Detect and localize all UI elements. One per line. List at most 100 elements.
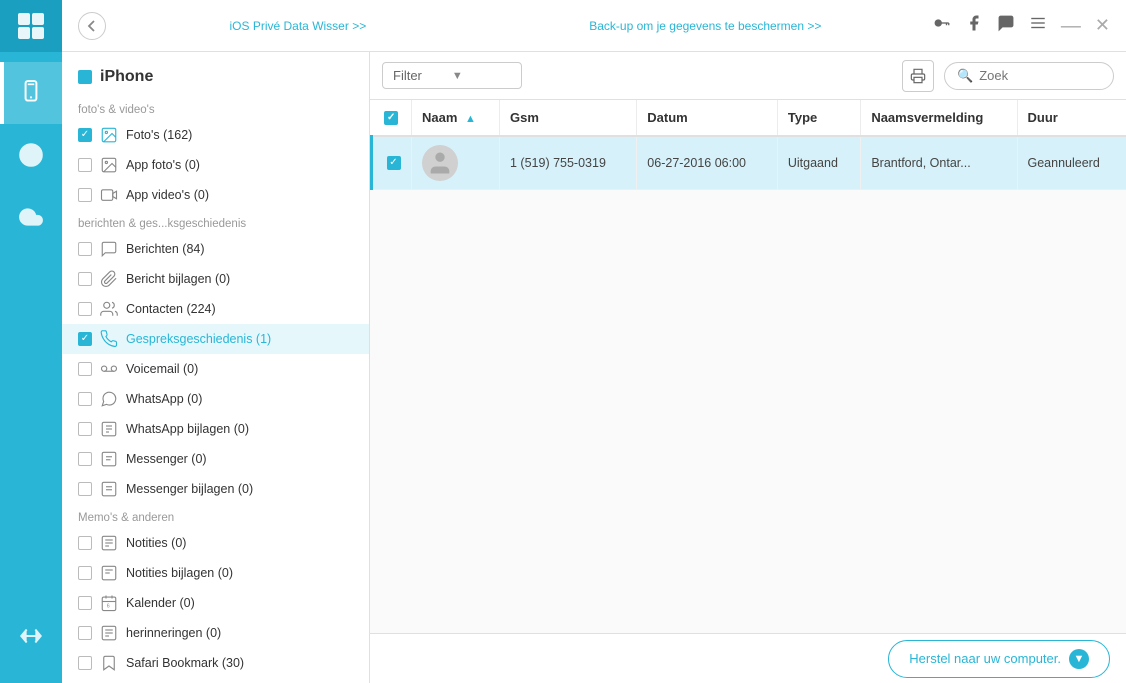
checkbox-safari-bookmark[interactable] xyxy=(78,656,92,670)
label-kalender: Kalender (0) xyxy=(126,596,361,610)
checkbox-notities-bijlagen[interactable] xyxy=(78,566,92,580)
tree-item-fotos[interactable]: Foto's (162) xyxy=(62,120,369,150)
section-label-messages: berichten & ges...ksgeschiedenis xyxy=(62,214,369,234)
contact-icon xyxy=(98,298,120,320)
checkbox-gespreksgeschiedenis[interactable] xyxy=(78,332,92,346)
label-whatsapp-bijlagen: WhatsApp bijlagen (0) xyxy=(126,422,361,436)
tree-item-notities[interactable]: Notities (0) xyxy=(62,528,369,558)
tree-item-whatsapp-bijlagen[interactable]: WhatsApp bijlagen (0) xyxy=(62,414,369,444)
back-button[interactable] xyxy=(78,12,106,40)
th-duur: Duur xyxy=(1017,100,1126,136)
message-icon xyxy=(98,238,120,260)
label-bericht-bijlagen: Bericht bijlagen (0) xyxy=(126,272,361,286)
minimize-button[interactable]: — xyxy=(1061,16,1081,36)
sidebar-item-music[interactable] xyxy=(0,124,62,186)
data-panel: Filter ▼ 🔍 xyxy=(370,52,1126,683)
checkbox-notities[interactable] xyxy=(78,536,92,550)
tree-item-whatsapp[interactable]: WhatsApp (0) xyxy=(62,384,369,414)
checkbox-messenger[interactable] xyxy=(78,452,92,466)
messenger-attach-icon xyxy=(98,478,120,500)
attachment-icon xyxy=(98,268,120,290)
tree-item-contacten[interactable]: Contacten (224) xyxy=(62,294,369,324)
select-all-checkbox[interactable] xyxy=(384,111,398,125)
call-icon xyxy=(98,328,120,350)
restore-arrow-icon: ▼ xyxy=(1069,649,1089,669)
checkbox-contacten[interactable] xyxy=(78,302,92,316)
checkbox-berichten[interactable] xyxy=(78,242,92,256)
checkbox-app-videos[interactable] xyxy=(78,188,92,202)
checkbox-whatsapp-bijlagen[interactable] xyxy=(78,422,92,436)
sidebar-item-cloud[interactable] xyxy=(0,186,62,248)
tree-item-herinneringen[interactable]: herinneringen (0) xyxy=(62,618,369,648)
search-input[interactable] xyxy=(979,68,1099,83)
prive-data-link[interactable]: iOS Privé Data Wisser >> xyxy=(230,19,367,33)
device-name: iPhone xyxy=(100,68,153,86)
tree-item-messenger[interactable]: Messenger (0) xyxy=(62,444,369,474)
app-logo[interactable] xyxy=(0,0,62,52)
search-icon: 🔍 xyxy=(957,68,973,84)
checkbox-messenger-bijlagen[interactable] xyxy=(78,482,92,496)
tree-item-voicemail[interactable]: Voicemail (0) xyxy=(62,354,369,384)
checkbox-fotos[interactable] xyxy=(78,128,92,142)
whatsapp-attach-icon xyxy=(98,418,120,440)
sort-arrow-icon: ▲ xyxy=(465,113,476,125)
th-naamsvermelding: Naamsvermelding xyxy=(861,100,1017,136)
checkbox-kalender[interactable] xyxy=(78,596,92,610)
sidebar-item-tools[interactable] xyxy=(0,605,62,667)
tree-item-berichten[interactable]: Berichten (84) xyxy=(62,234,369,264)
tree-item-app-fotos[interactable]: App foto's (0) xyxy=(62,150,369,180)
th-select-all[interactable] xyxy=(372,100,412,136)
checkbox-app-fotos[interactable] xyxy=(78,158,92,172)
tree-item-app-videos[interactable]: App video's (0) xyxy=(62,180,369,210)
checkbox-voicemail[interactable] xyxy=(78,362,92,376)
tree-item-messenger-bijlagen[interactable]: Messenger bijlagen (0) xyxy=(62,474,369,504)
tree-item-gespreksgeschiedenis[interactable]: Gespreksgeschiedenis (1) xyxy=(62,324,369,354)
avatar xyxy=(422,145,458,181)
checkbox-bericht-bijlagen[interactable] xyxy=(78,272,92,286)
facebook-icon[interactable] xyxy=(965,14,983,37)
svg-text:6: 6 xyxy=(107,604,110,610)
calendar-icon: 6 xyxy=(98,592,120,614)
td-duur: Geannuleerd xyxy=(1017,136,1126,190)
table-header-row: Naam ▲ Gsm Datum Type Naamsvermelding Du… xyxy=(372,100,1126,136)
td-check[interactable] xyxy=(372,136,412,190)
restore-button[interactable]: Herstel naar uw computer. ▼ xyxy=(888,640,1110,678)
tree-item-voice-memos[interactable]: Voice memo's (0) xyxy=(62,678,369,683)
label-voicemail: Voicemail (0) xyxy=(126,362,361,376)
whatsapp-icon xyxy=(98,388,120,410)
label-notities: Notities (0) xyxy=(126,536,361,550)
row-checkbox[interactable] xyxy=(387,156,401,170)
print-button[interactable] xyxy=(902,60,934,92)
label-app-videos: App video's (0) xyxy=(126,188,361,202)
td-gsm: 1 (519) 755-0319 xyxy=(500,136,637,190)
backup-link[interactable]: Back-up om je gegevens te beschermen >> xyxy=(589,19,821,33)
filter-dropdown[interactable]: Filter ▼ xyxy=(382,62,522,89)
menu-icon[interactable] xyxy=(1029,14,1047,37)
topbar-links: iOS Privé Data Wisser >> Back-up om je g… xyxy=(118,19,933,33)
sidebar-item-phone[interactable] xyxy=(0,62,62,124)
checkbox-whatsapp[interactable] xyxy=(78,392,92,406)
td-naamsvermelding: Brantford, Ontar... xyxy=(861,136,1017,190)
tree-item-bericht-bijlagen[interactable]: Bericht bijlagen (0) xyxy=(62,264,369,294)
sidebar-nav xyxy=(0,52,62,683)
th-datum: Datum xyxy=(637,100,778,136)
table-row[interactable]: 1 (519) 755-0319 06-27-2016 06:00 Uitgaa… xyxy=(372,136,1126,190)
checkbox-herinneringen[interactable] xyxy=(78,626,92,640)
naam-cell xyxy=(422,145,489,181)
video-icon xyxy=(98,184,120,206)
tree-item-safari-bookmark[interactable]: Safari Bookmark (30) xyxy=(62,648,369,678)
label-fotos: Foto's (162) xyxy=(126,128,361,142)
label-whatsapp: WhatsApp (0) xyxy=(126,392,361,406)
key-icon[interactable] xyxy=(933,14,951,37)
label-safari-bookmark: Safari Bookmark (30) xyxy=(126,656,361,670)
tree-item-notities-bijlagen[interactable]: Notities bijlagen (0) xyxy=(62,558,369,588)
label-messenger: Messenger (0) xyxy=(126,452,361,466)
notes-icon xyxy=(98,532,120,554)
filter-arrow-icon: ▼ xyxy=(452,70,463,82)
tree-item-kalender[interactable]: 6 Kalender (0) xyxy=(62,588,369,618)
th-gsm: Gsm xyxy=(500,100,637,136)
chat-icon[interactable] xyxy=(997,14,1015,37)
close-button[interactable]: ✕ xyxy=(1095,15,1110,36)
bookmark-icon xyxy=(98,652,120,674)
th-naam: Naam ▲ xyxy=(412,100,500,136)
